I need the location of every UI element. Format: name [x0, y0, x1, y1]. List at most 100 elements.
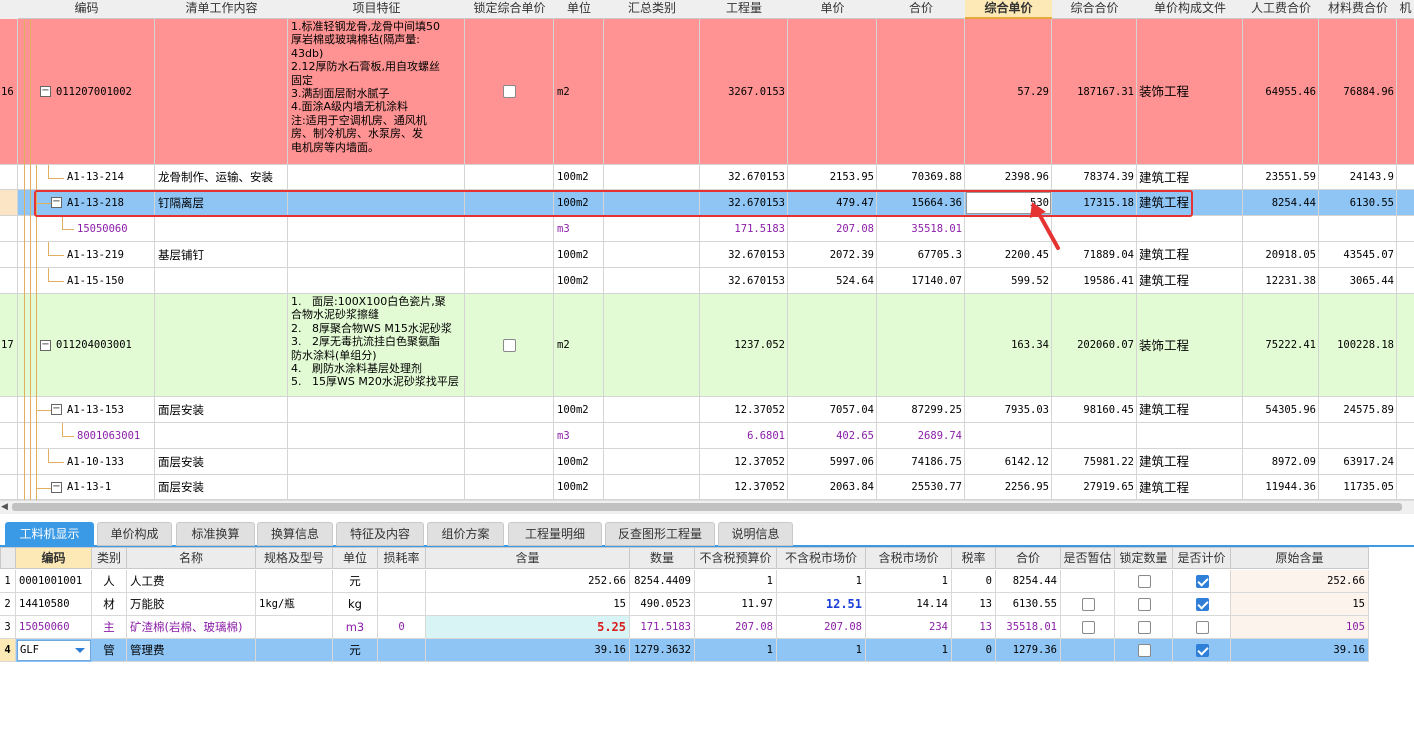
cell-material[interactable]: 63917.24 [1319, 449, 1397, 475]
header-work[interactable]: 清单工作内容 [155, 0, 288, 19]
cell-price[interactable] [788, 294, 877, 397]
bottom-col-name[interactable]: 矿渣棉(岩棉、玻璃棉) [127, 616, 256, 639]
bottom-col-market-price[interactable]: 12.51 [777, 593, 866, 616]
collapse-toggle-icon[interactable]: − [51, 404, 62, 415]
cell-qty[interactable]: 12.37052 [700, 397, 788, 423]
cell-labor[interactable]: 64955.46 [1243, 19, 1319, 165]
bottom-col-total[interactable]: 1279.36 [996, 639, 1061, 662]
cell-comp-total[interactable]: 75981.22 [1052, 449, 1137, 475]
scroll-left-icon[interactable]: ◀ [1, 501, 11, 513]
collapse-toggle-icon[interactable]: − [40, 86, 51, 97]
cell-total[interactable]: 17140.07 [877, 268, 965, 294]
bottom-col-budget-price[interactable]: 1 [695, 639, 777, 662]
price-file[interactable]: 建筑工程 [1137, 397, 1243, 423]
item-code[interactable]: 8001063001 [77, 423, 155, 449]
bottom-col-qty[interactable]: 490.0523 [630, 593, 695, 616]
cell-comp-total[interactable]: 187167.31 [1052, 19, 1137, 165]
cell-price[interactable]: 2063.84 [788, 475, 877, 500]
price-file[interactable] [1137, 423, 1243, 449]
work-content[interactable] [155, 19, 288, 165]
cell-qty[interactable]: 12.37052 [700, 449, 788, 475]
cell-comp-total[interactable]: 27919.65 [1052, 475, 1137, 500]
col-lock-qty-checkbox[interactable] [1137, 575, 1151, 588]
cell-price[interactable]: 524.64 [788, 268, 877, 294]
work-content[interactable] [155, 294, 288, 397]
item-unit[interactable]: 100m2 [554, 397, 604, 423]
cell-total[interactable]: 35518.01 [877, 216, 965, 242]
cell-comp-price[interactable] [965, 423, 1052, 449]
bottom-col-content[interactable]: 15 [426, 593, 630, 616]
bottom-col-budget-price[interactable]: 1 [695, 570, 777, 593]
price-file[interactable]: 建筑工程 [1137, 475, 1243, 500]
collapse-toggle-icon[interactable]: − [51, 481, 62, 493]
tab-pricing-plan[interactable]: 组价方案 [427, 522, 504, 546]
cell-comp-price[interactable]: 6142.12 [965, 449, 1052, 475]
item-feature[interactable]: 1. 面层:100X100白色瓷片,聚 合物水泥砂浆擦缝 2. 8厚聚合物WS … [291, 295, 465, 396]
header-col-market-price-tax[interactable]: 含税市场价 [866, 547, 952, 569]
bottom-col-original-content[interactable]: 15 [1231, 593, 1369, 616]
bottom-col-total[interactable]: 35518.01 [996, 616, 1061, 639]
cell-labor[interactable] [1243, 216, 1319, 242]
bottom-col-is-estimate[interactable] [1061, 570, 1115, 593]
cell-price[interactable]: 2072.39 [788, 242, 877, 268]
header-col-is-estimate[interactable]: 是否暂估 [1061, 547, 1115, 569]
bottom-col-market-price[interactable]: 1 [777, 639, 866, 662]
price-file[interactable]: 建筑工程 [1137, 242, 1243, 268]
price-file[interactable] [1137, 216, 1243, 242]
cell-comp-price[interactable]: 2398.96 [965, 165, 1052, 190]
price-file[interactable]: 建筑工程 [1137, 165, 1243, 190]
chevron-down-icon[interactable] [75, 648, 85, 653]
item-unit[interactable]: m3 [554, 216, 604, 242]
item-unit[interactable]: 100m2 [554, 242, 604, 268]
work-content[interactable]: 面层安装 [155, 449, 288, 475]
bottom-col-type[interactable]: 材 [92, 593, 127, 616]
price-file[interactable]: 装饰工程 [1137, 294, 1243, 397]
tab-description[interactable]: 说明信息 [718, 522, 793, 546]
bottom-col-original-content[interactable]: 252.66 [1231, 570, 1369, 593]
header-labor[interactable]: 人工费合价 [1243, 0, 1319, 19]
cell-price[interactable] [788, 19, 877, 165]
cell-qty[interactable]: 6.6801 [700, 423, 788, 449]
header-col-tax-rate[interactable]: 税率 [952, 547, 996, 569]
header-unit[interactable]: 单位 [554, 0, 604, 19]
col-is-estimate-checkbox[interactable] [1081, 598, 1095, 611]
bottom-col-code[interactable]: 15050060 [16, 616, 92, 639]
cell-comp-total[interactable]: 202060.07 [1052, 294, 1137, 397]
item-unit[interactable]: 100m2 [554, 268, 604, 294]
header-code[interactable]: 编码 [18, 0, 155, 19]
col-is-estimate-checkbox[interactable] [1081, 621, 1095, 634]
cell-price[interactable]: 5997.06 [788, 449, 877, 475]
bottom-col-budget-price[interactable]: 207.08 [695, 616, 777, 639]
cell-labor[interactable]: 20918.05 [1243, 242, 1319, 268]
bottom-col-type[interactable]: 管 [92, 639, 127, 662]
bottom-col-qty[interactable]: 1279.3632 [630, 639, 695, 662]
bottom-col-name[interactable]: 人工费 [127, 570, 256, 593]
cell-comp-price[interactable]: 599.52 [965, 268, 1052, 294]
work-content[interactable]: 龙骨制作、运输、安装 [155, 165, 288, 190]
cell-total[interactable]: 74186.75 [877, 449, 965, 475]
item-code[interactable]: A1-13-1 [67, 475, 155, 500]
bottom-col-qty[interactable]: 8254.4409 [630, 570, 695, 593]
cell-price[interactable]: 2153.95 [788, 165, 877, 190]
cell-material[interactable] [1319, 216, 1397, 242]
header-feature[interactable]: 项目特征 [288, 0, 465, 19]
cell-material[interactable]: 3065.44 [1319, 268, 1397, 294]
header-col-spec[interactable]: 规格及型号 [256, 547, 333, 569]
bottom-col-tax-rate[interactable]: 0 [952, 639, 996, 662]
bottom-col-market-price-tax[interactable]: 234 [866, 616, 952, 639]
header-machine[interactable]: 机 [1397, 0, 1414, 19]
bottom-col-spec[interactable] [256, 616, 333, 639]
item-code[interactable]: A1-15-150 [67, 268, 155, 294]
bottom-col-code[interactable]: 0001001001 [16, 570, 92, 593]
bottom-col-is-estimate[interactable] [1061, 639, 1115, 662]
item-code[interactable]: 15050060 [77, 216, 155, 242]
header-col-code[interactable]: 编码 [16, 547, 92, 569]
cell-labor[interactable]: 8254.44 [1243, 190, 1319, 216]
cell-total[interactable]: 25530.77 [877, 475, 965, 500]
header-col-name[interactable]: 名称 [127, 547, 256, 569]
bottom-col-name[interactable]: 管理费 [127, 639, 256, 662]
header-material[interactable]: 材料费合价 [1319, 0, 1397, 19]
bottom-col-spec[interactable] [256, 570, 333, 593]
item-unit[interactable]: 100m2 [554, 475, 604, 500]
cell-labor[interactable] [1243, 423, 1319, 449]
